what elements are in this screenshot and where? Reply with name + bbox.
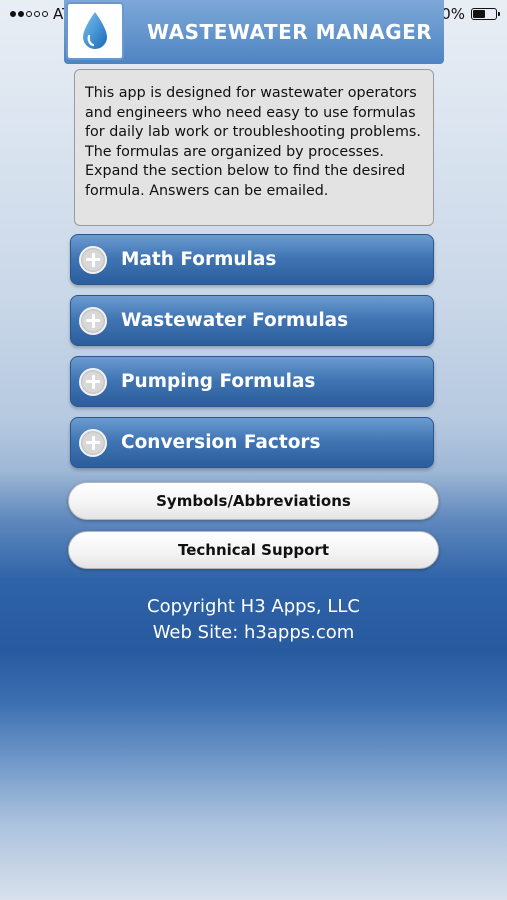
intro-text: This app is designed for wastewater oper… (85, 85, 421, 199)
plus-circle-icon (79, 367, 107, 396)
plus-circle-icon (79, 428, 107, 457)
section-label: Math Formulas (121, 249, 277, 270)
battery-icon (471, 8, 500, 20)
section-pumping-formulas[interactable]: Pumping Formulas (70, 356, 434, 407)
symbols-abbreviations-button[interactable]: Symbols/Abbreviations (68, 482, 439, 520)
section-label: Conversion Factors (121, 432, 321, 453)
signal-strength-icon (10, 11, 48, 17)
section-conversion-factors[interactable]: Conversion Factors (70, 417, 434, 468)
app-title: WASTEWATER MANAGER (147, 20, 433, 44)
technical-support-button[interactable]: Technical Support (68, 531, 439, 569)
section-wastewater-formulas[interactable]: Wastewater Formulas (70, 295, 434, 346)
section-math-formulas[interactable]: Math Formulas (70, 234, 434, 285)
app-logo (66, 2, 124, 60)
intro-text-box: This app is designed for wastewater oper… (74, 69, 434, 226)
website-link[interactable]: Web Site: h3apps.com (0, 622, 507, 643)
section-label: Pumping Formulas (121, 371, 316, 392)
plus-circle-icon (79, 245, 107, 274)
water-drop-icon (83, 12, 107, 49)
section-label: Wastewater Formulas (121, 310, 349, 331)
copyright-text: Copyright H3 Apps, LLC (147, 596, 360, 617)
plus-circle-icon (79, 306, 107, 335)
